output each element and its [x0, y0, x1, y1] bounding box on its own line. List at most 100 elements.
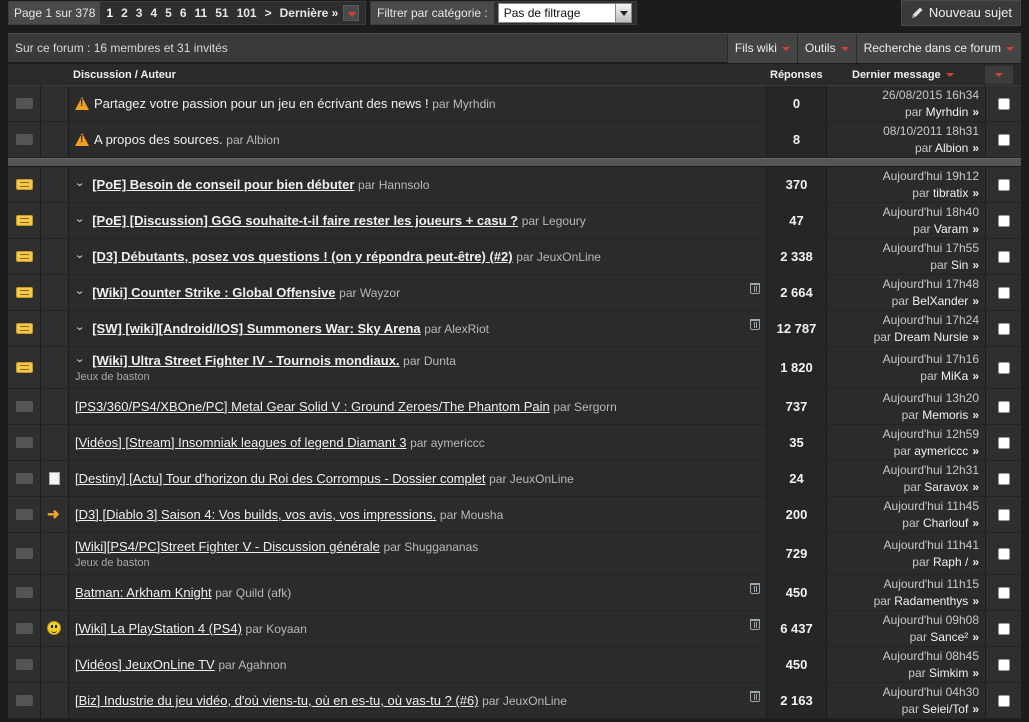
- thread-checkbox[interactable]: [998, 179, 1010, 191]
- expand-chevron-icon[interactable]: ⌄: [74, 212, 85, 225]
- last-poster-link[interactable]: Raph /: [933, 555, 968, 569]
- go-to-last-icon[interactable]: »: [972, 480, 979, 494]
- thread-checkbox[interactable]: [998, 659, 1010, 671]
- thread-checkbox[interactable]: [998, 587, 1010, 599]
- thread-title-link[interactable]: [D3] [Diablo 3] Saison 4: Vos builds, vo…: [75, 507, 436, 522]
- thread-author[interactable]: par Mousha: [440, 508, 503, 522]
- thread-title-link[interactable]: [Biz] Industrie du jeu vidéo, d'où viens…: [75, 693, 479, 708]
- go-to-last-icon[interactable]: »: [972, 330, 979, 344]
- thread-title-link[interactable]: [Wiki][PS4/PC]Street Fighter V - Discuss…: [75, 539, 380, 554]
- thread-checkbox[interactable]: [998, 473, 1010, 485]
- page-link-11[interactable]: 11: [195, 6, 208, 20]
- last-poster-link[interactable]: MiKa: [941, 369, 968, 383]
- last-poster-link[interactable]: Seiei/Tof: [922, 702, 968, 716]
- thread-category[interactable]: Jeux de baston: [75, 371, 150, 383]
- page-link-3[interactable]: 3: [136, 6, 143, 20]
- column-discussion[interactable]: Discussion / Auteur: [73, 64, 176, 86]
- last-poster-link[interactable]: aymericcc: [914, 444, 968, 458]
- thread-title-link[interactable]: [PS3/360/PS4/XBOne/PC] Metal Gear Solid …: [75, 399, 550, 414]
- trash-icon[interactable]: [750, 283, 760, 294]
- column-replies[interactable]: Réponses: [770, 64, 823, 86]
- thread-author[interactable]: par Koyaan: [246, 622, 307, 636]
- thread-checkbox[interactable]: [998, 437, 1010, 449]
- thread-checkbox[interactable]: [998, 323, 1010, 335]
- thread-author[interactable]: par Hannsolo: [358, 178, 429, 192]
- thread-checkbox[interactable]: [998, 215, 1010, 227]
- last-poster-link[interactable]: tibratix: [933, 186, 968, 200]
- category-filter-select[interactable]: Pas de filtrage: [497, 3, 632, 23]
- thread-checkbox[interactable]: [998, 548, 1010, 560]
- last-poster-link[interactable]: Myrhdin: [926, 105, 969, 119]
- go-to-last-icon[interactable]: »: [972, 141, 979, 155]
- thread-title-link[interactable]: [D3] Débutants, posez vos questions ! (o…: [92, 249, 512, 264]
- thread-author[interactable]: par Albion: [226, 133, 279, 147]
- thread-title-link[interactable]: [SW] [wiki][Android/IOS] Summoners War: …: [92, 321, 420, 336]
- expand-chevron-icon[interactable]: ⌄: [74, 248, 85, 261]
- next-page-link[interactable]: >: [265, 6, 272, 20]
- go-to-last-icon[interactable]: »: [972, 105, 979, 119]
- thread-title-link[interactable]: [PoE] Besoin de conseil pour bien débute…: [92, 177, 354, 192]
- go-to-last-icon[interactable]: »: [972, 369, 979, 383]
- last-poster-link[interactable]: Memoris: [922, 408, 968, 422]
- go-to-last-icon[interactable]: »: [972, 408, 979, 422]
- thread-author[interactable]: par JeuxOnLine: [482, 694, 567, 708]
- go-to-last-icon[interactable]: »: [972, 444, 979, 458]
- chevron-down-icon[interactable]: [614, 4, 631, 22]
- thread-checkbox[interactable]: [998, 401, 1010, 413]
- last-poster-link[interactable]: Sin: [951, 258, 968, 272]
- thread-title-link[interactable]: [Wiki] Counter Strike : Global Offensive: [92, 285, 335, 300]
- expand-chevron-icon[interactable]: ⌄: [74, 320, 85, 333]
- thread-title-link[interactable]: [Destiny] [Actu] Tour d'horizon du Roi d…: [75, 471, 485, 486]
- trash-icon[interactable]: [750, 583, 760, 594]
- expand-chevron-icon[interactable]: ⌄: [74, 176, 85, 189]
- thread-checkbox[interactable]: [998, 98, 1010, 110]
- last-poster-link[interactable]: Varam: [934, 222, 968, 236]
- thread-author[interactable]: par JeuxOnLine: [516, 250, 601, 264]
- trash-icon[interactable]: [750, 319, 760, 330]
- thread-checkbox[interactable]: [998, 695, 1010, 707]
- go-to-last-icon[interactable]: »: [972, 630, 979, 644]
- page-link-6[interactable]: 6: [180, 6, 187, 20]
- page-link-4[interactable]: 4: [150, 6, 157, 20]
- thread-title-link[interactable]: [Vidéos] [Stream] Insomniak leagues of l…: [75, 435, 406, 450]
- thread-title-link[interactable]: A propos des sources.: [94, 132, 223, 147]
- thread-author[interactable]: par aymericcc: [410, 436, 485, 450]
- thread-author[interactable]: par JeuxOnLine: [489, 472, 574, 486]
- last-poster-link[interactable]: Albion: [935, 141, 968, 155]
- menu-wiki-threads[interactable]: Fils wiki: [726, 34, 797, 63]
- menu-tools[interactable]: Outils: [796, 34, 856, 63]
- thread-author[interactable]: par Quild (afk): [215, 586, 291, 600]
- thread-author[interactable]: par AlexRiot: [424, 322, 489, 336]
- page-link-101[interactable]: 101: [237, 6, 257, 20]
- thread-checkbox[interactable]: [998, 362, 1010, 374]
- thread-checkbox[interactable]: [998, 251, 1010, 263]
- menu-forum-search[interactable]: Recherche dans ce forum: [855, 34, 1021, 63]
- new-topic-button[interactable]: Nouveau sujet: [900, 0, 1021, 26]
- go-to-last-icon[interactable]: »: [972, 702, 979, 716]
- last-poster-link[interactable]: Sance²: [930, 630, 968, 644]
- last-poster-link[interactable]: Radamenthys: [894, 594, 968, 608]
- thread-checkbox[interactable]: [998, 287, 1010, 299]
- last-poster-link[interactable]: Simkim: [929, 666, 968, 680]
- trash-icon[interactable]: [750, 691, 760, 702]
- thread-title-link[interactable]: [PoE] [Discussion] GGG souhaite-t-il fai…: [92, 213, 518, 228]
- thread-author[interactable]: par Sergorn: [553, 400, 616, 414]
- thread-checkbox[interactable]: [998, 134, 1010, 146]
- thread-author[interactable]: par Legoury: [522, 214, 586, 228]
- thread-category[interactable]: Jeux de baston: [75, 557, 150, 569]
- thread-author[interactable]: par Wayzor: [339, 286, 400, 300]
- go-to-last-icon[interactable]: »: [972, 594, 979, 608]
- page-link-5[interactable]: 5: [165, 6, 172, 20]
- last-poster-link[interactable]: Saravox: [924, 480, 968, 494]
- thread-title-link[interactable]: [Wiki] Ultra Street Fighter IV - Tournoi…: [92, 353, 399, 368]
- go-to-last-icon[interactable]: »: [972, 186, 979, 200]
- expand-chevron-icon[interactable]: ⌄: [74, 352, 85, 365]
- last-page-link[interactable]: Dernière »: [280, 6, 339, 20]
- thread-checkbox[interactable]: [998, 509, 1010, 521]
- go-to-last-icon[interactable]: »: [972, 222, 979, 236]
- thread-author[interactable]: par Agahnon: [218, 658, 286, 672]
- thread-title-link[interactable]: Partagez votre passion pour un jeu en éc…: [94, 96, 429, 111]
- thread-author[interactable]: par Shuggananas: [384, 540, 479, 554]
- thread-title-link[interactable]: Batman: Arkham Knight: [75, 585, 212, 600]
- thread-title-link[interactable]: [Wiki] La PlayStation 4 (PS4): [75, 621, 242, 636]
